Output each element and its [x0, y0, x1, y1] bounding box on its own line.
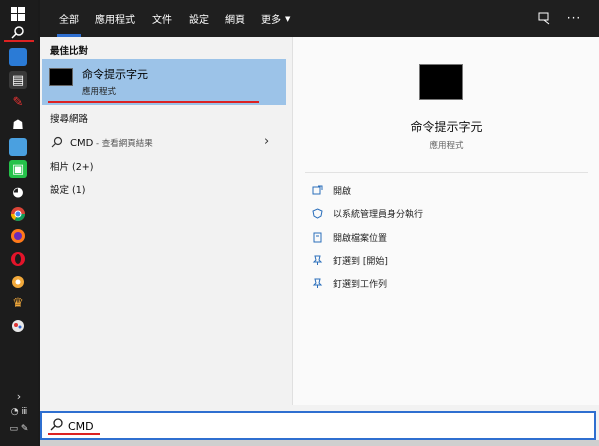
photos-category[interactable]: 相片 (2+) — [50, 159, 93, 173]
firefox-icon[interactable] — [9, 227, 27, 245]
chevron-down-icon: ▼ — [285, 14, 291, 23]
web-search-label: 搜尋網路 — [50, 114, 89, 125]
cmd-app-icon — [49, 68, 73, 86]
settings-category[interactable]: 設定 (1) — [50, 182, 85, 196]
preview-pane: 命令提示字元 應用程式 開啟 以系統管理員身分執行 開啟檔案位置 釘選到 [開始… — [292, 37, 599, 405]
web-suffix: - 查看網頁結果 — [93, 139, 153, 149]
tab-web[interactable]: 網頁 — [225, 0, 245, 37]
background-strip — [40, 440, 599, 446]
annotation-underline — [48, 101, 259, 103]
pin-icon — [311, 254, 323, 266]
web-query: CMD — [70, 138, 94, 149]
best-match-subtitle: 應用程式 — [82, 87, 117, 97]
preview-title: 命令提示字元 — [410, 120, 483, 134]
notebook-icon[interactable] — [9, 138, 27, 156]
action-pin-to-taskbar[interactable]: 釘選到工作列 — [311, 275, 387, 291]
search-input[interactable] — [68, 417, 368, 435]
game-icon[interactable]: ◕ — [9, 183, 27, 201]
tab-all[interactable]: 全部 — [57, 0, 81, 37]
alien-icon[interactable]: ☗ — [9, 116, 27, 134]
chevron-right-icon[interactable]: › — [264, 134, 269, 149]
search-tabs-bar: 全部 應用程式 文件 設定 網頁 更多 ▼ ··· — [40, 0, 599, 37]
action-run-as-admin[interactable]: 以系統管理員身分執行 — [311, 205, 423, 221]
feedback-icon[interactable] — [537, 11, 551, 25]
opera-icon[interactable] — [9, 250, 27, 268]
taskbar: ▤ ✎ ☗ ▣ ◕ ♛ › ◔ ⅲ ▭ ✎ — [0, 0, 38, 446]
action-open-file-location[interactable]: 開啟檔案位置 — [311, 229, 387, 245]
app-icon[interactable]: ✎ — [9, 93, 27, 111]
app-icon[interactable] — [9, 273, 27, 291]
app-icon[interactable] — [9, 316, 27, 334]
shield-icon — [311, 207, 323, 219]
search-icon — [51, 136, 63, 151]
best-match-title: 命令提示字元 — [82, 68, 148, 81]
speech-icon[interactable]: ▭ ✎ — [4, 421, 34, 437]
more-options-icon[interactable]: ··· — [567, 11, 581, 25]
open-icon — [311, 184, 323, 196]
tab-more[interactable]: 更多 ▼ — [261, 0, 290, 37]
app-icon[interactable]: ▤ — [9, 71, 27, 89]
results-pane: 最佳比對 命令提示字元 應用程式 搜尋網路 CMD - 查看網頁結果 › 相片 … — [40, 37, 286, 405]
web-search-item[interactable]: CMD - 查看網頁結果 › — [40, 133, 286, 153]
active-indicator — [4, 40, 34, 42]
tab-documents[interactable]: 文件 — [152, 0, 172, 37]
network-icon[interactable]: ◔ ⅲ — [4, 404, 34, 420]
annotation-underline — [48, 433, 100, 435]
chat-icon[interactable]: ▣ — [9, 160, 27, 178]
action-open[interactable]: 開啟 — [311, 182, 351, 198]
app-icon[interactable]: ♛ — [9, 294, 27, 312]
search-box[interactable] — [40, 411, 596, 440]
folder-icon — [311, 231, 323, 243]
search-window: 全部 應用程式 文件 設定 網頁 更多 ▼ ··· 最佳比對 命令提示字元 應用程… — [40, 0, 599, 446]
action-pin-to-start[interactable]: 釘選到 [開始] — [311, 252, 388, 268]
windows-logo-icon[interactable] — [9, 5, 27, 23]
monitor-icon[interactable] — [9, 48, 27, 66]
chrome-icon[interactable] — [9, 205, 27, 223]
search-icon[interactable] — [9, 23, 27, 41]
pin-icon — [311, 277, 323, 289]
best-match-label: 最佳比對 — [50, 46, 89, 57]
best-match-item[interactable]: 命令提示字元 應用程式 — [42, 59, 286, 105]
chevron-up-icon[interactable]: › — [4, 388, 34, 404]
cmd-app-icon — [419, 64, 463, 100]
tab-apps[interactable]: 應用程式 — [95, 0, 135, 37]
preview-subtitle: 應用程式 — [429, 141, 464, 151]
divider — [305, 172, 588, 173]
tab-settings[interactable]: 設定 — [189, 0, 209, 37]
